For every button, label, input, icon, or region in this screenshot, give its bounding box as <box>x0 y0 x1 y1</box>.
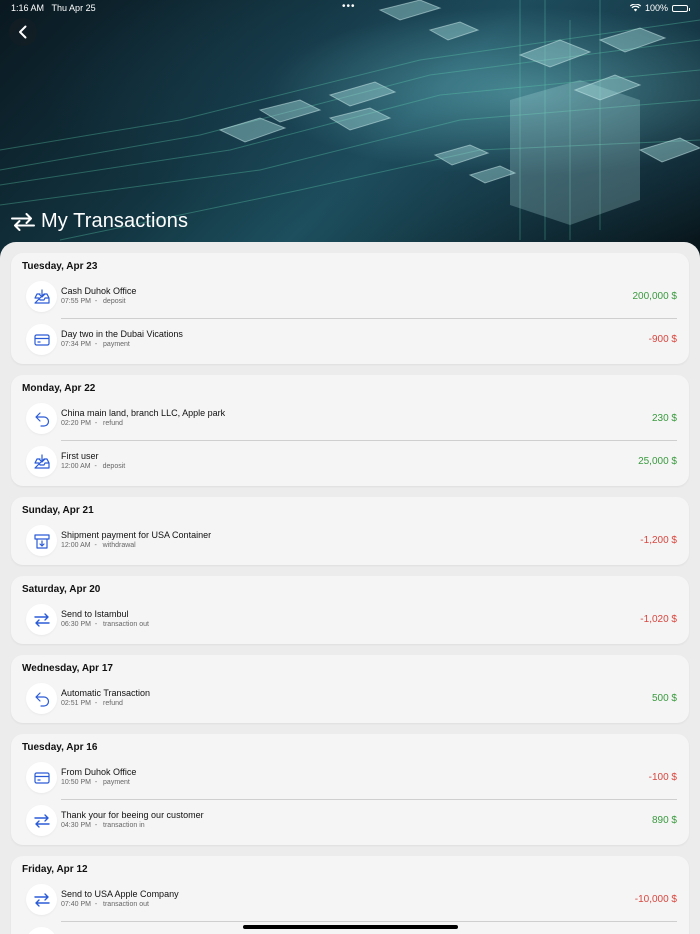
battery-percentage: 100% <box>644 3 668 13</box>
transaction-meta: 07:40 PM - transaction out <box>61 901 149 908</box>
refund-icon <box>26 403 57 434</box>
transfer-icon <box>26 805 57 836</box>
transaction-meta: 02:20 PM - refund <box>61 420 123 427</box>
status-time: 1:16 AM Thu Apr 25 <box>11 3 96 13</box>
transaction-meta: 10:50 PM - payment <box>61 779 130 786</box>
divider <box>61 318 677 319</box>
transaction-row[interactable]: Send to Istambul 06:30 PM - transaction … <box>11 600 689 642</box>
multitasking-dots-icon[interactable]: ••• <box>342 1 356 12</box>
group-date: Sunday, Apr 21 <box>22 505 94 516</box>
transaction-amount: -10,000 $ <box>634 894 677 905</box>
transaction-amount: 230 $ <box>651 413 677 424</box>
transaction-meta: 12:00 AM - withdrawal <box>61 542 136 549</box>
transaction-amount: 25,000 $ <box>638 456 677 467</box>
transfer-icon <box>26 884 57 915</box>
transaction-row[interactable]: Automatic Transaction 02:51 PM - refund … <box>11 679 689 721</box>
group-date: Monday, Apr 22 <box>22 383 96 394</box>
battery-icon <box>672 4 690 12</box>
chevron-left-icon <box>19 25 27 39</box>
transaction-row[interactable]: Send to USA Apple Company 07:40 PM - tra… <box>11 880 689 922</box>
transaction-title: Shipment payment for USA Container <box>61 530 212 540</box>
transaction-row[interactable]: Cash Duhok Office 07:55 PM - deposit 200… <box>11 277 689 319</box>
deposit-icon <box>26 927 57 934</box>
transaction-title: Automatic Transaction <box>61 688 151 698</box>
transaction-row[interactable]: From Duhok Office 10:50 PM - payment -10… <box>11 758 689 800</box>
group-date: Wednesday, Apr 17 <box>22 663 113 674</box>
transaction-amount: 200,000 $ <box>632 291 678 302</box>
transaction-row[interactable]: Day two in the Dubai Vications 07:34 PM … <box>11 320 689 362</box>
transaction-title: First user <box>61 451 99 461</box>
transaction-title: Thank your for beeing our customer <box>61 810 204 820</box>
transaction-row[interactable]: Shipment payment for USA Container 12:00… <box>11 521 689 563</box>
transaction-group: Monday, Apr 22 China main land, branch L… <box>11 375 689 486</box>
transaction-meta: 02:51 PM - refund <box>61 700 123 707</box>
transaction-title: Day two in the Dubai Vications <box>61 329 183 339</box>
transactions-icon <box>11 212 35 231</box>
transaction-amount: -100 $ <box>648 772 677 783</box>
transaction-group: Sunday, Apr 21 Shipment payment for USA … <box>11 497 689 565</box>
card-icon <box>26 762 57 793</box>
transaction-group: Saturday, Apr 20 Send to Istambul 06:30 … <box>11 576 689 644</box>
group-date: Friday, Apr 12 <box>22 864 88 875</box>
divider <box>61 921 677 922</box>
transaction-meta: 07:55 PM - deposit <box>61 298 126 305</box>
divider <box>61 440 677 441</box>
transaction-title: Send to Istambul <box>61 609 129 619</box>
group-date: Saturday, Apr 20 <box>22 584 101 595</box>
transaction-meta: 12:00 AM - deposit <box>61 463 126 470</box>
deposit-icon <box>26 446 57 477</box>
page-title: My Transactions <box>41 210 189 232</box>
status-bar: 1:16 AM Thu Apr 25 ••• 100% <box>0 0 700 18</box>
transaction-group: Friday, Apr 12 Send to USA Apple Company… <box>11 856 689 934</box>
group-date: Tuesday, Apr 16 <box>22 742 98 753</box>
transactions-list[interactable]: Tuesday, Apr 23 Cash Duhok Office 07:55 … <box>0 242 700 934</box>
transaction-row[interactable]: First user 12:00 AM - deposit 25,000 $ <box>11 442 689 484</box>
transaction-row[interactable]: China main land, branch LLC, Apple park … <box>11 399 689 441</box>
transaction-title: Send to USA Apple Company <box>61 889 179 899</box>
transaction-group: Wednesday, Apr 17 Automatic Transaction … <box>11 655 689 723</box>
transaction-title: Cash Duhok Office <box>61 286 137 296</box>
divider <box>61 799 677 800</box>
status-indicators: 100% <box>629 3 690 13</box>
refund-icon <box>26 683 57 714</box>
transaction-amount: 500 $ <box>651 693 677 704</box>
card-icon <box>26 324 57 355</box>
transfer-icon <box>26 604 57 635</box>
transaction-meta: 06:30 PM - transaction out <box>61 621 149 628</box>
transaction-amount: -900 $ <box>648 334 677 345</box>
transaction-amount: -1,200 $ <box>640 535 677 546</box>
page-header: My Transactions <box>11 210 188 233</box>
transaction-meta: 07:34 PM - payment <box>61 341 130 348</box>
transaction-title: China main land, branch LLC, Apple park <box>61 408 226 418</box>
transaction-amount: -1,020 $ <box>640 614 677 625</box>
wifi-icon <box>629 4 641 12</box>
back-button[interactable] <box>9 18 37 46</box>
transaction-meta: 04:30 PM - transaction in <box>61 822 145 829</box>
home-indicator[interactable] <box>243 925 458 929</box>
transaction-group: Tuesday, Apr 23 Cash Duhok Office 07:55 … <box>11 253 689 364</box>
withdrawal-icon <box>26 525 57 556</box>
transaction-row[interactable]: Thank your for beeing our customer 04:30… <box>11 801 689 843</box>
transaction-title: From Duhok Office <box>61 767 137 777</box>
group-date: Tuesday, Apr 23 <box>22 261 98 272</box>
transaction-group: Tuesday, Apr 16 From Duhok Office 10:50 … <box>11 734 689 845</box>
deposit-icon <box>26 281 57 312</box>
transaction-amount: 890 $ <box>651 815 677 826</box>
